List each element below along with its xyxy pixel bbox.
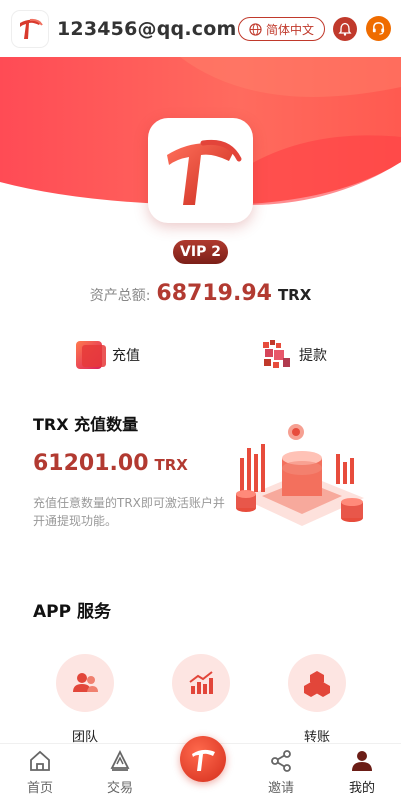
transfer-service-button[interactable] bbox=[288, 654, 346, 712]
home-icon bbox=[30, 750, 50, 771]
user-email: 123456@qq.com bbox=[57, 17, 237, 40]
coin-chart-icon bbox=[236, 424, 364, 526]
logo-icon bbox=[192, 749, 215, 771]
total-assets: 资产总额: 68719.94 TRX bbox=[0, 281, 401, 306]
transfer-icon bbox=[304, 671, 330, 697]
nav-trade-label: 交易 bbox=[106, 781, 133, 796]
recharge-button[interactable]: 充值 bbox=[74, 337, 140, 373]
share-icon bbox=[271, 750, 291, 772]
withdraw-icon bbox=[263, 340, 290, 368]
trade-icon bbox=[110, 750, 130, 771]
nav-center-logo[interactable] bbox=[180, 736, 226, 782]
stats-icon bbox=[189, 671, 213, 694]
recharge-label: 充值 bbox=[112, 348, 140, 364]
logo-icon bbox=[20, 18, 43, 39]
trx-description: 充值任意数量的TRX即可激活账户并开通提现功能。 bbox=[33, 496, 225, 528]
assets-value: 68719.94 bbox=[156, 281, 272, 306]
assets-unit: TRX bbox=[277, 286, 312, 304]
assets-label: 资产总额: bbox=[89, 288, 151, 304]
trx-amount-value: 61201.00 bbox=[33, 451, 149, 476]
withdraw-label: 提款 bbox=[299, 348, 327, 364]
nav-home[interactable]: 首页 bbox=[10, 750, 70, 796]
language-selector[interactable]: 简体中文 bbox=[238, 17, 325, 41]
bottom-navigation: 首页 交易 邀请 我的 bbox=[0, 736, 401, 797]
stats-service-button[interactable] bbox=[172, 654, 230, 712]
app-logo[interactable] bbox=[12, 10, 48, 47]
nav-home-label: 首页 bbox=[26, 781, 53, 796]
trx-recharge-amount: 61201.00 TRX bbox=[33, 451, 188, 476]
nav-trade[interactable]: 交易 bbox=[90, 750, 150, 796]
app-services-title: APP 服务 bbox=[33, 602, 111, 622]
team-icon bbox=[73, 673, 98, 692]
headset-icon bbox=[372, 22, 385, 35]
nav-mine-label: 我的 bbox=[348, 781, 375, 796]
nav-invite[interactable]: 邀请 bbox=[251, 750, 311, 796]
globe-icon bbox=[249, 22, 262, 36]
coin-stack-illustration bbox=[232, 418, 372, 536]
trx-recharge-title: TRX 充值数量 bbox=[33, 415, 139, 434]
notification-button[interactable] bbox=[333, 17, 357, 41]
logo-icon bbox=[166, 139, 241, 205]
nav-invite-label: 邀请 bbox=[267, 781, 294, 796]
customer-service-button[interactable] bbox=[366, 16, 391, 41]
team-service-button[interactable] bbox=[56, 654, 114, 712]
app-logo-large bbox=[148, 118, 253, 223]
withdraw-button[interactable]: 提款 bbox=[261, 337, 327, 373]
trx-amount-unit: TRX bbox=[154, 456, 188, 474]
wallet-icon bbox=[76, 341, 106, 369]
vip-badge: VIP 2 bbox=[173, 240, 228, 264]
nav-mine[interactable]: 我的 bbox=[332, 750, 392, 796]
bell-icon bbox=[338, 22, 352, 36]
user-icon bbox=[352, 751, 372, 771]
language-label: 简体中文 bbox=[265, 22, 314, 37]
